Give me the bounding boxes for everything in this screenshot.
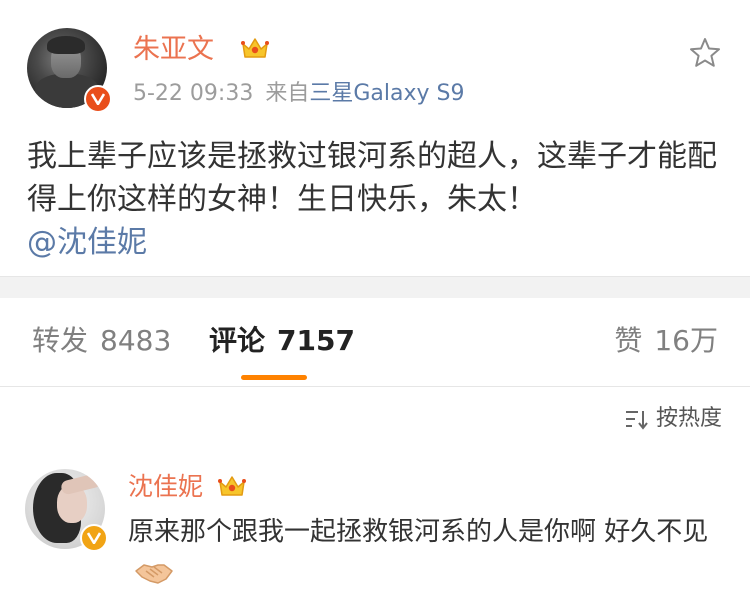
handshake-emoji-icon: [135, 563, 173, 584]
tab-comment-count: 7157: [277, 324, 355, 357]
sort-button[interactable]: 按热度: [624, 404, 722, 434]
crown-icon[interactable]: [217, 473, 247, 499]
weibo-post-page: 朱亚文 5-22 09:33 来自三星Galaxy S9 我上辈子应该是拯救过银河…: [0, 0, 750, 598]
post-text: 我上辈子应该是拯救过银河系的超人，这辈子才能配得上你这样的女神！生日快乐，朱太！: [27, 139, 717, 217]
sort-icon: [625, 411, 648, 430]
tab-comment-label: 评论: [209, 324, 266, 357]
post-body: 我上辈子应该是拯救过银河系的超人，这辈子才能配得上你这样的女神！生日快乐，朱太！…: [27, 135, 727, 264]
post-time: 5-22 09:33: [133, 81, 254, 106]
sort-label: 按热度: [655, 406, 722, 431]
mention-link[interactable]: @沈佳妮: [27, 225, 147, 260]
tab-like[interactable]: 赞 16万: [614, 323, 718, 359]
comment-text: 原来那个跟我一起拯救银河系的人是你啊 好久不见: [128, 517, 709, 547]
tab-repost-count: 8483: [100, 324, 172, 357]
post: 朱亚文 5-22 09:33 来自三星Galaxy S9 我上辈子应该是拯救过银河…: [0, 0, 750, 276]
active-tab-indicator: [241, 375, 307, 380]
tab-like-label: 赞: [614, 324, 643, 357]
post-avatar[interactable]: [27, 28, 112, 113]
post-username[interactable]: 朱亚文: [133, 34, 214, 66]
tab-comment[interactable]: 评论 7157: [209, 323, 355, 359]
post-source-device[interactable]: 三星Galaxy S9: [309, 81, 464, 106]
verified-v-icon: [80, 524, 108, 552]
comment-avatar[interactable]: [25, 469, 108, 552]
tab-repost[interactable]: 转发 8483: [32, 323, 171, 359]
crown-icon[interactable]: [240, 35, 270, 61]
tab-repost-label: 转发: [32, 324, 89, 357]
comment-body: 原来那个跟我一起拯救银河系的人是你啊 好久不见: [128, 512, 728, 592]
section-divider: [0, 276, 750, 298]
verified-v-icon: [84, 85, 112, 113]
tabs-divider: [0, 386, 750, 387]
post-source-prefix: 来自: [265, 81, 310, 106]
star-outline-icon[interactable]: [688, 36, 722, 70]
tab-like-count: 16万: [654, 324, 718, 357]
comment-username[interactable]: 沈佳妮: [128, 472, 203, 502]
post-meta: 5-22 09:33 来自三星Galaxy S9: [133, 80, 464, 108]
